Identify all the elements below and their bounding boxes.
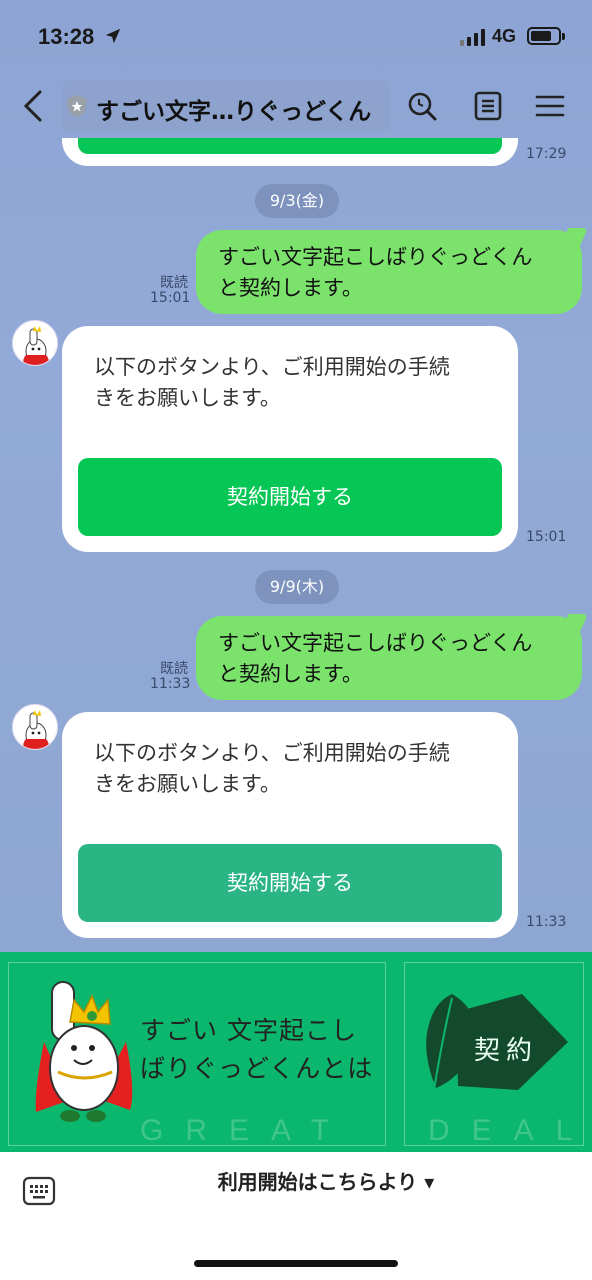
watermark-great: GREAT bbox=[140, 1114, 352, 1147]
bottom-bar: 利用開始はこちらより ▾ bbox=[0, 1152, 592, 1280]
menu-icon[interactable] bbox=[534, 90, 566, 122]
chat-title: すごい文字…りぐっどくん bbox=[96, 99, 372, 125]
signal-icon bbox=[460, 28, 485, 46]
rich-menu-toggle[interactable]: 利用開始はこちらより ▾ bbox=[0, 1166, 592, 1195]
read-receipt: 既読 bbox=[160, 275, 188, 291]
message-text: と契約します。 bbox=[218, 662, 363, 686]
rich-menu-contract-text: 契約 bbox=[474, 1036, 539, 1066]
read-receipt: 既読 bbox=[160, 661, 188, 677]
bot-text-line: 以下のボタンより、ご利用開始の手続 bbox=[94, 355, 450, 379]
bot-message-bubble: 以下のボタンより、ご利用開始の手続 きをお願いします。 契約開始する bbox=[62, 326, 518, 552]
location-arrow-icon bbox=[105, 28, 121, 44]
status-bar: 13:28 4G bbox=[0, 0, 592, 72]
rich-menu-about-text: すごい 文字起こし ばりぐっどくんとは bbox=[140, 1012, 373, 1088]
previous-bubble-button[interactable] bbox=[78, 138, 502, 154]
date-separator: 9/3(金) bbox=[255, 184, 339, 218]
verified-shield-icon bbox=[67, 95, 87, 117]
bot-text-line: きをお願いします。 bbox=[94, 386, 281, 410]
message-time: 15:01 bbox=[150, 290, 191, 306]
my-message-bubble[interactable]: すごい文字起こしばりぐっどくん と契約します。 bbox=[196, 230, 582, 314]
back-icon[interactable] bbox=[18, 88, 50, 124]
bot-text-line: きをお願いします。 bbox=[94, 772, 281, 796]
notes-icon[interactable] bbox=[472, 90, 504, 122]
message-time: 17:29 bbox=[526, 146, 567, 162]
message-text: と契約します。 bbox=[218, 276, 363, 300]
message-time: 11:33 bbox=[150, 676, 191, 692]
search-icon[interactable] bbox=[406, 90, 438, 122]
message-text: すごい文字起こしばりぐっどくん bbox=[218, 245, 533, 269]
message-time: 15:01 bbox=[526, 529, 567, 545]
start-contract-button[interactable]: 契約開始する bbox=[78, 844, 502, 922]
bot-message-text: 以下のボタンより、ご利用開始の手続 きをお願いします。 bbox=[94, 738, 494, 800]
rich-menu-text-line: ばりぐっどくんとは bbox=[140, 1054, 374, 1083]
battery-icon bbox=[527, 27, 565, 45]
start-contract-button[interactable]: 契約開始する bbox=[78, 458, 502, 536]
bot-message-bubble: 以下のボタンより、ご利用開始の手続 きをお願いします。 契約開始する bbox=[62, 712, 518, 938]
my-message-bubble[interactable]: すごい文字起こしばりぐっどくん と契約します。 bbox=[196, 616, 582, 700]
bot-message-text: 以下のボタンより、ご利用開始の手続 きをお願いします。 bbox=[94, 352, 494, 414]
chat-header: すごい文字…りぐっどくん bbox=[0, 72, 592, 140]
date-separator: 9/9(木) bbox=[255, 570, 339, 604]
bot-avatar[interactable] bbox=[12, 704, 58, 750]
network-type: 4G bbox=[492, 26, 517, 46]
message-time: 11:33 bbox=[526, 914, 567, 930]
rich-menu-text-line: すごい 文字起こし bbox=[140, 1016, 357, 1045]
status-time: 13:28 bbox=[38, 24, 95, 49]
bot-avatar[interactable] bbox=[12, 320, 58, 366]
mascot-illustration bbox=[35, 981, 133, 1122]
message-text: すごい文字起こしばりぐっどくん bbox=[218, 631, 533, 655]
bot-text-line: 以下のボタンより、ご利用開始の手続 bbox=[94, 741, 450, 765]
watermark-deal: DEAL bbox=[428, 1114, 592, 1147]
home-indicator bbox=[194, 1260, 398, 1267]
